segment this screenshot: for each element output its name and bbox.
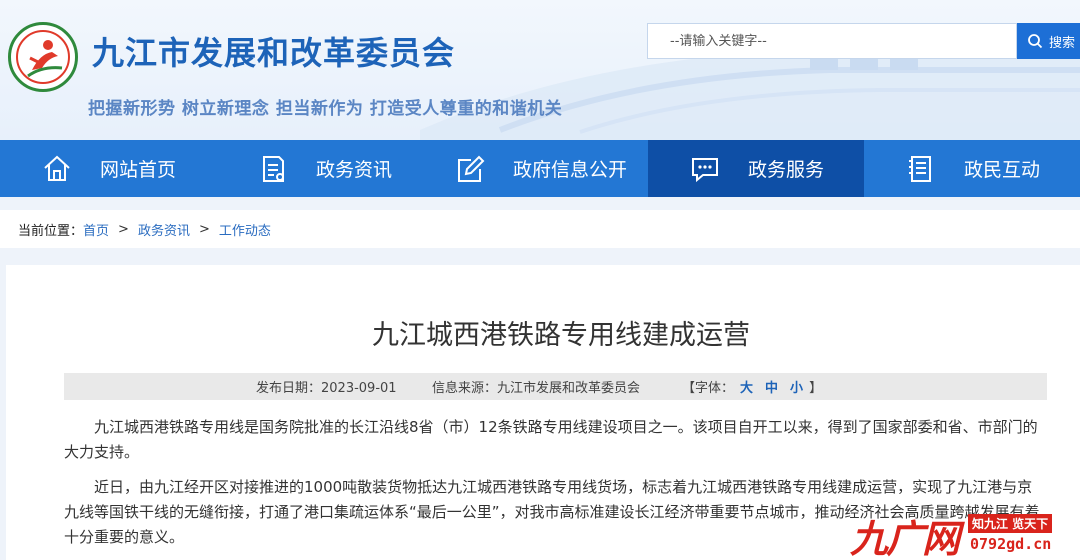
- breadcrumb: 当前位置： 首页 > 政务资讯 > 工作动态: [0, 210, 1080, 248]
- breadcrumb-link-work-updates[interactable]: 工作动态: [219, 220, 271, 239]
- chat-bubble-icon: [688, 152, 722, 186]
- search-button[interactable]: 搜索: [1017, 23, 1080, 59]
- breadcrumb-separator: >: [118, 221, 129, 237]
- font-size-close-bracket: 】: [809, 381, 823, 396]
- search-icon: [1028, 34, 1043, 49]
- nav-item-news[interactable]: 政务资讯: [216, 140, 432, 197]
- site-header: 九江市发展和改革委员会 把握新形势 树立新理念 担当新作为 打造受人尊重的和谐机…: [0, 0, 1080, 140]
- font-small-button[interactable]: 小: [790, 381, 803, 396]
- nav-item-label: 政民互动: [963, 159, 1040, 181]
- jiujiang-ndrc-emblem-icon[interactable]: [8, 22, 78, 92]
- article-meta-bar: 发布日期：2023-09-01 信息来源：九江市发展和改革委员会 【字体： 大中小…: [64, 373, 1047, 400]
- search-box: [647, 23, 1017, 59]
- font-large-button[interactable]: 大: [740, 381, 753, 396]
- article-title: 九江城西港铁路专用线建成运营: [372, 320, 750, 351]
- breadcrumb-label: 当前位置：: [18, 223, 84, 239]
- watermark-tagline: 知九江 览天下: [968, 514, 1053, 533]
- publish-date: 发布日期：2023-09-01: [256, 381, 397, 396]
- article-paragraph: 九江城西港铁路专用线是国务院批准的长江沿线8省（市）12条铁路专用线建设项目之一…: [64, 418, 1038, 461]
- site-title: 九江市发展和改革委员会: [92, 34, 456, 72]
- breadcrumb-link-news[interactable]: 政务资讯: [138, 220, 190, 239]
- breadcrumb-separator: >: [198, 221, 210, 237]
- nav-item-interaction[interactable]: 政民互动: [864, 140, 1080, 197]
- font-size-label: 【字体：: [682, 381, 735, 396]
- watermark-url: 0792gd.cn: [970, 535, 1052, 553]
- nav-item-label: 政府信息公开: [512, 159, 627, 181]
- nav-item-info-disclosure[interactable]: 政府信息公开: [432, 140, 648, 197]
- search-button-label: 搜索: [1049, 35, 1076, 51]
- document-list-icon: [256, 152, 290, 186]
- nav-item-label: 网站首页: [99, 159, 176, 181]
- info-source: 信息来源：九江市发展和改革委员会: [432, 381, 641, 396]
- font-size-controls: 【字体： 大中小】: [682, 377, 822, 396]
- nav-item-label: 政务资讯: [315, 159, 392, 181]
- notepad-icon: [904, 152, 938, 186]
- nav-item-label: 政务服务: [747, 159, 824, 181]
- site-slogan: 把握新形势 树立新理念 担当新作为 打造受人尊重的和谐机关: [88, 99, 563, 119]
- watermark-brand: 九广网: [850, 516, 960, 560]
- font-medium-button[interactable]: 中: [765, 381, 778, 396]
- home-icon: [40, 152, 74, 186]
- breadcrumb-link-home[interactable]: 首页: [83, 220, 109, 239]
- site-watermark: 九广网 知九江 览天下 0792gd.cn: [850, 508, 1080, 560]
- main-nav: 网站首页 政务资讯 政府信息公开 政务服务 政民互动: [0, 140, 1080, 197]
- nav-item-services[interactable]: 政务服务: [648, 140, 864, 197]
- search-input[interactable]: [648, 24, 1016, 58]
- edit-icon: [453, 152, 487, 186]
- nav-item-home[interactable]: 网站首页: [0, 140, 216, 197]
